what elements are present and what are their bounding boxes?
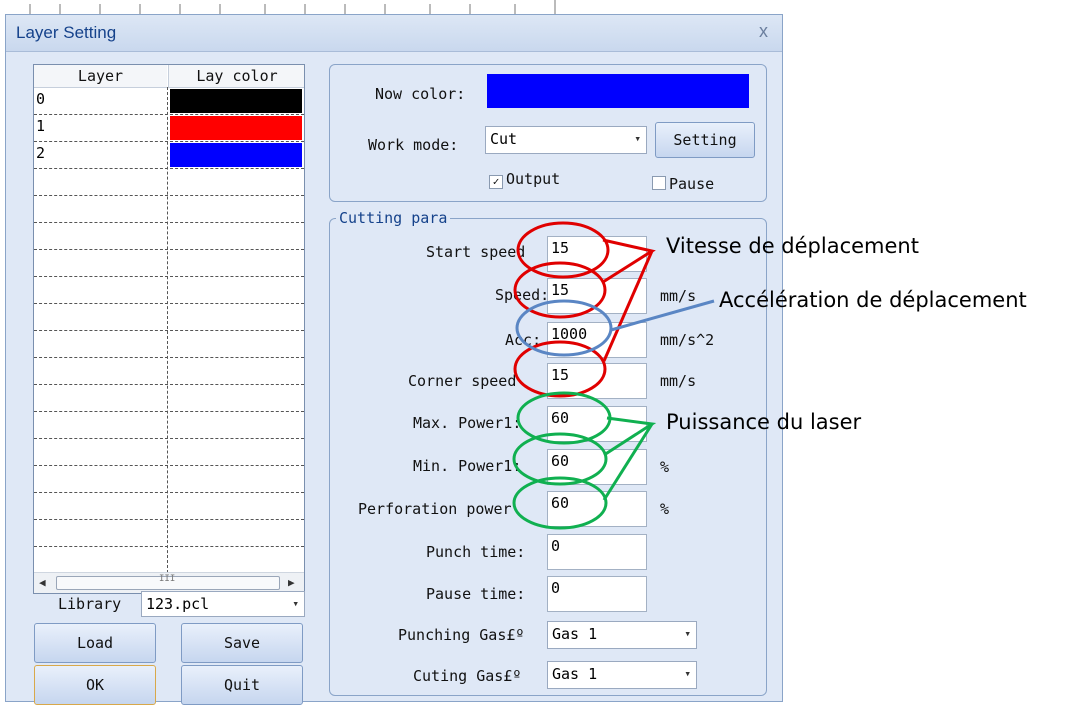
work-mode-value: Cut — [490, 130, 518, 148]
now-color-swatch[interactable] — [487, 74, 749, 108]
speed-label: Speed: — [495, 286, 550, 304]
scroll-thumb[interactable]: III — [56, 574, 280, 590]
power-annotation: Puissance du laser — [666, 410, 862, 434]
table-row[interactable]: 2 — [34, 142, 304, 169]
acceleration-annotation: Accélération de déplacement — [719, 288, 1027, 312]
start-speed-label: Start speed — [426, 243, 526, 261]
layer-list[interactable]: Layer Lay color 0 1 2 ◀ III ▶ — [33, 64, 305, 594]
layer-name: 2 — [36, 144, 46, 162]
quit-button[interactable]: Quit — [181, 665, 303, 705]
layer-name: 1 — [36, 117, 46, 135]
chevron-down-icon: ▾ — [292, 597, 299, 610]
punching-gas-select[interactable]: Gas 1 ▾ — [547, 621, 697, 649]
output-checkbox[interactable]: ✓ Output — [489, 170, 560, 189]
ok-button[interactable]: OK — [34, 665, 156, 705]
pause-checkbox[interactable]: Pause — [652, 175, 714, 193]
layer-color-swatch[interactable] — [170, 89, 302, 113]
acc-unit: mm/s^2 — [660, 331, 715, 349]
empty-row — [34, 304, 304, 331]
checkbox-box — [652, 176, 666, 190]
save-button[interactable]: Save — [181, 623, 303, 663]
column-divider — [167, 87, 168, 573]
chevron-down-icon: ▾ — [634, 132, 641, 145]
punching-gas-label: Punching Gas£º — [398, 626, 525, 644]
output-label: Output — [506, 170, 561, 188]
chevron-down-icon: ▾ — [684, 627, 691, 640]
start-speed-input[interactable]: 15 — [547, 236, 647, 272]
horizontal-scrollbar[interactable]: ◀ III ▶ — [34, 572, 304, 593]
punch-time-label: Punch time: — [426, 543, 526, 561]
library-value: 123.pcl — [146, 595, 210, 613]
load-button[interactable]: Load — [34, 623, 156, 663]
min-power-unit: % — [660, 458, 670, 476]
title-bar[interactable]: Layer Setting x — [6, 15, 782, 52]
corner-speed-label: Corner speed — [408, 372, 517, 390]
library-label: Library — [58, 595, 122, 613]
speed-unit: mm/s — [660, 287, 697, 305]
empty-row — [34, 277, 304, 304]
speed-annotation: Vitesse de déplacement — [666, 234, 919, 258]
empty-row — [34, 466, 304, 493]
pause-label: Pause — [669, 175, 715, 193]
empty-row — [34, 358, 304, 385]
library-select[interactable]: 123.pcl ▾ — [141, 591, 305, 617]
empty-row — [34, 385, 304, 412]
punching-gas-value: Gas 1 — [552, 625, 598, 643]
table-row[interactable]: 1 — [34, 115, 304, 142]
now-color-label: Now color: — [375, 85, 466, 103]
table-row[interactable]: 0 — [34, 88, 304, 115]
layer-name: 0 — [36, 90, 46, 108]
ruler-strip — [29, 0, 556, 14]
pause-time-label: Pause time: — [426, 585, 526, 603]
cutting-para-title: Cutting para — [336, 209, 451, 227]
empty-row — [34, 223, 304, 250]
setting-button[interactable]: Setting — [655, 122, 755, 158]
cutting-gas-value: Gas 1 — [552, 665, 598, 683]
cutting-gas-label: Cuting Gas£º — [413, 667, 522, 685]
empty-row — [34, 250, 304, 277]
column-header-layer[interactable]: Layer — [34, 65, 167, 88]
corner-speed-unit: mm/s — [660, 372, 697, 390]
scroll-left-icon[interactable]: ◀ — [39, 576, 46, 589]
layer-color-swatch[interactable] — [170, 116, 302, 140]
empty-row — [34, 331, 304, 358]
work-mode-select[interactable]: Cut ▾ — [485, 126, 647, 154]
speed-input[interactable]: 15 — [547, 278, 647, 314]
column-header-lay-color[interactable]: Lay color — [168, 65, 304, 88]
empty-row — [34, 196, 304, 223]
perforation-power-unit: % — [660, 500, 670, 518]
empty-row — [34, 439, 304, 466]
work-mode-label: Work mode: — [368, 136, 459, 154]
min-power-input[interactable]: 60 — [547, 449, 647, 485]
cutting-gas-select[interactable]: Gas 1 ▾ — [547, 661, 697, 689]
empty-row — [34, 412, 304, 439]
empty-row — [34, 493, 304, 520]
min-power-label: Min. Power1: — [413, 457, 522, 475]
empty-row — [34, 169, 304, 196]
checkmark-icon: ✓ — [489, 175, 503, 189]
punch-time-input[interactable]: 0 — [547, 534, 647, 570]
perforation-power-label: Perforation power — [358, 500, 512, 518]
scroll-grip-icon: III — [159, 574, 176, 584]
close-icon[interactable]: x — [759, 21, 768, 42]
pause-time-input[interactable]: 0 — [547, 576, 647, 612]
scroll-right-icon[interactable]: ▶ — [288, 576, 295, 589]
empty-row — [34, 520, 304, 547]
acc-input[interactable]: 1000 — [547, 322, 647, 358]
max-power-label: Max. Power1: — [413, 414, 522, 432]
chevron-down-icon: ▾ — [684, 667, 691, 680]
corner-speed-input[interactable]: 15 — [547, 363, 647, 399]
dialog-title: Layer Setting — [16, 23, 117, 42]
max-power-input[interactable]: 60 — [547, 406, 647, 442]
perforation-power-input[interactable]: 60 — [547, 491, 647, 527]
acc-label: Acc: — [505, 331, 542, 349]
empty-row — [34, 547, 304, 574]
layer-color-swatch[interactable] — [170, 143, 302, 167]
